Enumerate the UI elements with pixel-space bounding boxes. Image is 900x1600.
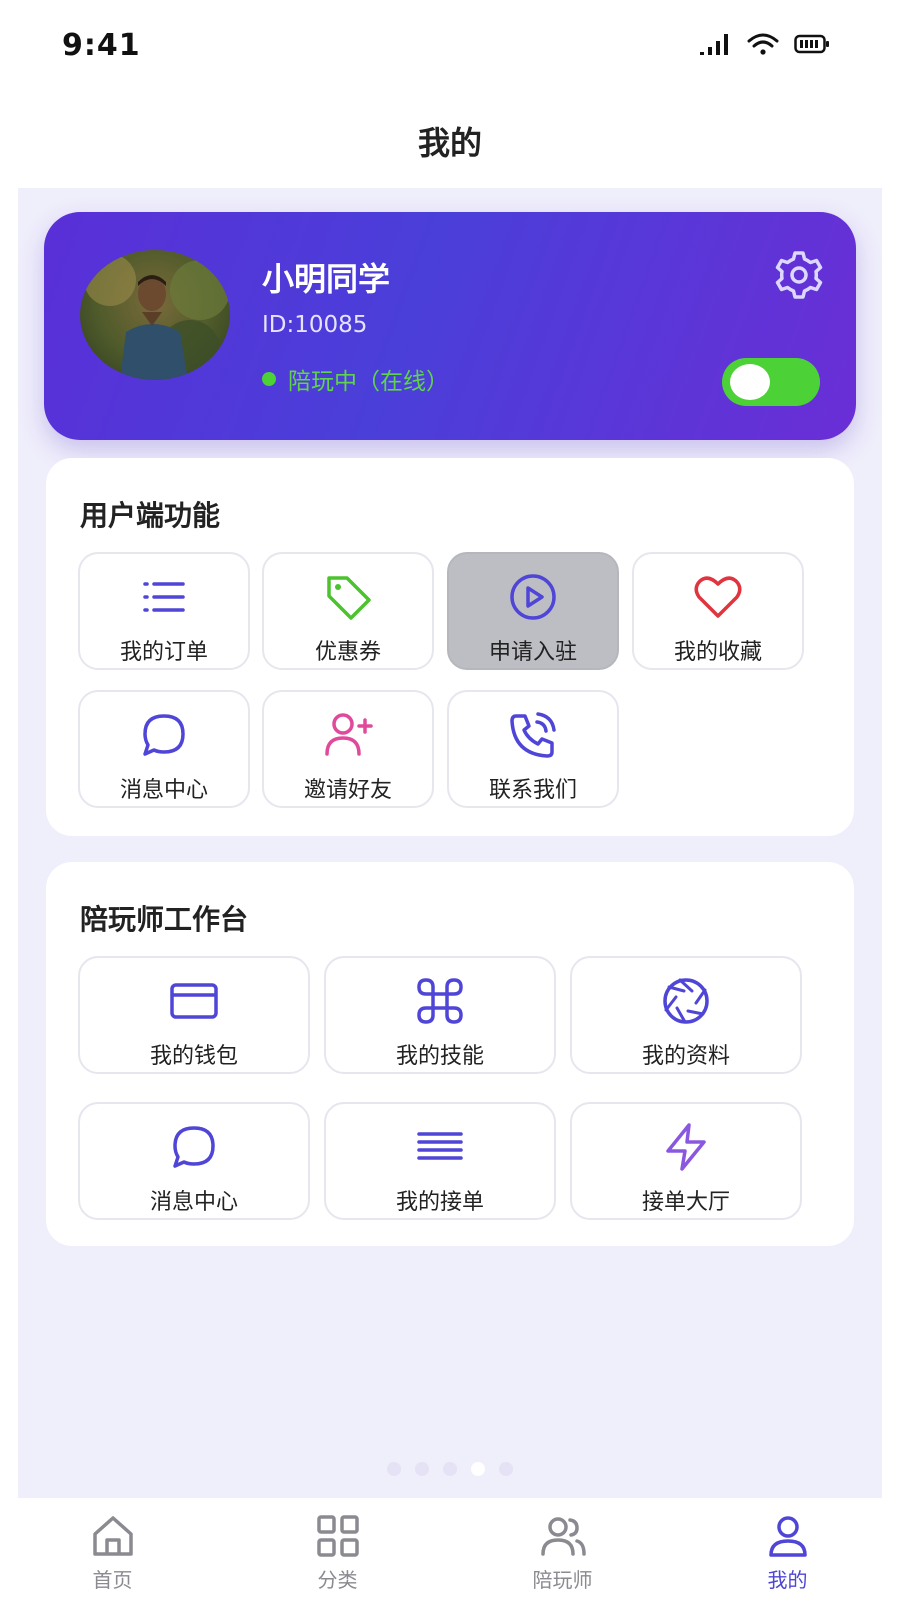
companion-workbench-section: 陪玩师工作台 我的钱包 我的技能 我的资料 消息中心 我的接单 接单大厅 [46, 862, 854, 1246]
aperture-icon [663, 978, 709, 1024]
avatar-photo [84, 254, 230, 380]
avatar[interactable] [80, 250, 230, 380]
tab-label: 陪玩师 [532, 1568, 593, 1592]
page-dot [499, 1462, 513, 1476]
heart-icon [694, 576, 742, 618]
user-name: 小明同学 [262, 260, 391, 298]
coupons-button[interactable]: 优惠券 [262, 552, 434, 670]
online-status: 陪玩中（在线） [262, 362, 449, 396]
tile-label: 联系我们 [488, 778, 577, 803]
tile-label: 邀请好友 [303, 778, 392, 803]
tile-label: 优惠券 [314, 640, 381, 665]
my-profile-info-button[interactable]: 我的资料 [570, 956, 802, 1074]
page-dot [387, 1462, 401, 1476]
tile-label: 消息中心 [149, 1190, 238, 1215]
user-id: ID:10085 [262, 312, 368, 338]
message-center-button[interactable]: 消息中心 [78, 690, 250, 808]
my-skills-button[interactable]: 我的技能 [324, 956, 556, 1074]
tab-category[interactable]: 分类 [225, 1498, 450, 1600]
tab-mine[interactable]: 我的 [675, 1498, 900, 1600]
page-dot [443, 1462, 457, 1476]
chat-bubble-icon [143, 714, 185, 756]
command-icon [417, 978, 463, 1024]
section-title-companion: 陪玩师工作台 [80, 903, 249, 936]
section-title-user: 用户端功能 [80, 499, 221, 532]
tab-label: 分类 [317, 1568, 358, 1592]
tile-label: 我的资料 [641, 1044, 730, 1069]
gear-icon[interactable] [772, 248, 826, 302]
tile-label: 我的收藏 [673, 640, 762, 665]
tile-label: 我的接单 [395, 1190, 484, 1215]
status-time: 9:41 [62, 28, 141, 63]
bottom-tab-bar: 首页 分类 陪玩师 我的 [0, 1498, 900, 1600]
my-favorites-button[interactable]: 我的收藏 [632, 552, 804, 670]
contact-us-button[interactable]: 联系我们 [447, 690, 619, 808]
page-title: 我的 [417, 124, 482, 162]
invite-friends-button[interactable]: 邀请好友 [262, 690, 434, 808]
tab-home[interactable]: 首页 [0, 1498, 225, 1600]
tab-label: 我的 [767, 1568, 808, 1592]
grid-icon [316, 1515, 359, 1557]
tab-companions[interactable]: 陪玩师 [450, 1498, 675, 1600]
user-plus-icon [325, 713, 373, 756]
list-icon [143, 582, 185, 612]
tile-label: 我的技能 [395, 1044, 484, 1069]
home-icon [92, 1516, 133, 1556]
toggle-knob [730, 364, 770, 400]
tab-label: 首页 [92, 1568, 133, 1592]
online-dot-icon [262, 372, 276, 386]
apply-join-button[interactable]: 申请入驻 [447, 552, 619, 670]
wallet-card-icon [170, 983, 218, 1019]
tile-label: 我的钱包 [149, 1044, 238, 1069]
lightning-icon [666, 1123, 706, 1171]
tag-icon [327, 576, 371, 620]
play-circle-icon [510, 574, 556, 620]
user-icon [768, 1516, 807, 1557]
tile-label: 接单大厅 [641, 1190, 730, 1215]
tile-label: 我的订单 [119, 640, 208, 665]
signal-icon [700, 34, 728, 55]
profile-card[interactable]: 小明同学 ID:10085 陪玩中（在线） [44, 212, 856, 440]
order-hall-button[interactable]: 接单大厅 [570, 1102, 802, 1220]
online-toggle[interactable] [722, 358, 820, 406]
my-wallet-button[interactable]: 我的钱包 [78, 956, 310, 1074]
page-dot [415, 1462, 429, 1476]
tile-label: 消息中心 [119, 778, 208, 803]
user-functions-section: 用户端功能 我的订单 优惠券 申请入驻 我的收藏 消息中心 邀请好友 联系我们 [46, 458, 854, 836]
lines-icon [417, 1132, 463, 1160]
companion-message-center-button[interactable]: 消息中心 [78, 1102, 310, 1220]
users-icon [540, 1517, 586, 1556]
online-status-text: 陪玩中（在线） [288, 369, 449, 395]
status-icons [698, 32, 830, 56]
chat-bubble-icon [173, 1126, 215, 1168]
tile-label: 申请入驻 [488, 640, 577, 665]
my-orders-button[interactable]: 我的订单 [78, 552, 250, 670]
status-bar: 9:41 [0, 0, 900, 95]
wifi-icon [747, 33, 779, 55]
page-dot-active [471, 1462, 485, 1476]
my-accepted-orders-button[interactable]: 我的接单 [324, 1102, 556, 1220]
page-indicator [0, 1462, 900, 1476]
battery-icon [794, 34, 829, 54]
phone-call-icon [510, 712, 556, 758]
